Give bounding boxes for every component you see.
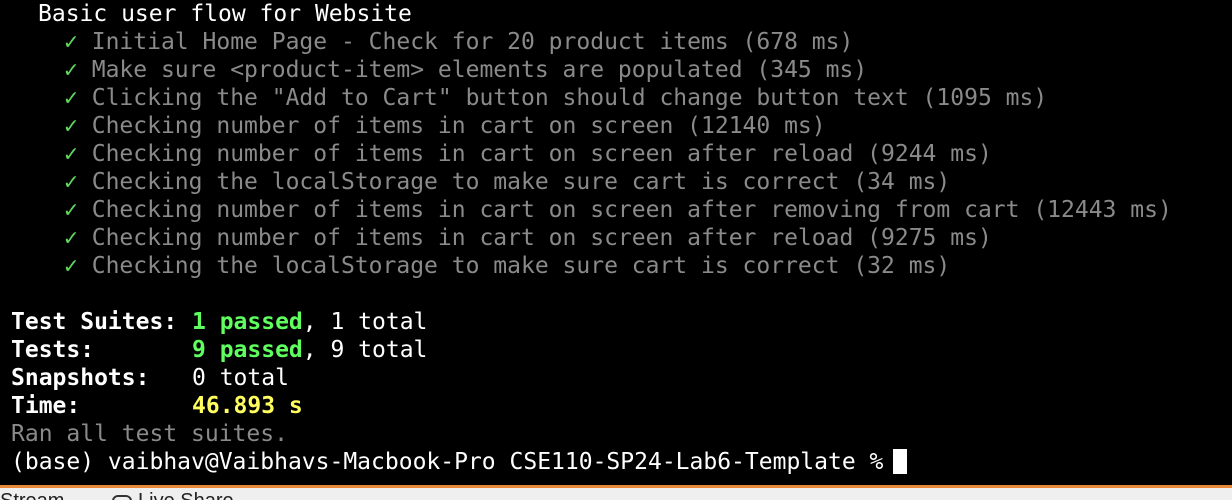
test-description: Checking number of items in cart on scre…	[91, 113, 826, 139]
check-icon: ✓	[64, 141, 78, 167]
text-cursor[interactable]	[893, 449, 908, 474]
summary-label: Snapshots:	[11, 365, 150, 391]
test-description: Clicking the "Add to Cart" button should…	[91, 85, 1048, 111]
check-icon: ✓	[64, 253, 78, 279]
snapshots-count: 0 total	[192, 365, 289, 391]
suite-title: Basic user flow for Website	[38, 1, 412, 27]
test-row: ✓ Make sure <product-item> elements are …	[64, 56, 867, 84]
test-description: Checking the localStorage to make sure c…	[91, 253, 951, 279]
check-icon: ✓	[64, 85, 78, 111]
test-row: ✓ Checking number of items in cart on sc…	[64, 112, 826, 140]
test-row: ✓ Checking number of items in cart on sc…	[64, 196, 1172, 224]
summary-label: Test Suites:	[11, 309, 178, 335]
test-row: ✓ Clicking the "Add to Cart" button shou…	[64, 84, 1047, 112]
test-row: ✓ Checking number of items in cart on sc…	[64, 140, 992, 168]
time-value: 46.893 s	[192, 393, 303, 419]
live-share-label: Live Share	[138, 490, 234, 500]
test-description: Make sure <product-item> elements are po…	[91, 57, 868, 83]
test-row: ✓ Checking the localStorage to make sure…	[64, 252, 950, 280]
test-row: ✓ Initial Home Page - Check for 20 produ…	[64, 28, 853, 56]
stream-button[interactable]: Stream	[0, 490, 64, 500]
passed-count: 9 passed	[192, 337, 303, 363]
terminal-panel[interactable]: Basic user flow for Website ✓ Initial Ho…	[0, 0, 1232, 488]
test-description: Checking the localStorage to make sure c…	[91, 169, 951, 195]
check-icon: ✓	[64, 113, 78, 139]
test-row: ✓ Checking the localStorage to make sure…	[64, 168, 950, 196]
test-description: Checking number of items in cart on scre…	[91, 141, 992, 167]
live-share-icon	[112, 495, 132, 500]
check-icon: ✓	[64, 169, 78, 195]
shell-prompt: (base) vaibhav@Vaibhavs-Macbook-Pro CSE1…	[11, 449, 884, 475]
summary-time: Time: 46.893 s	[11, 392, 303, 420]
summary-label: Time:	[11, 393, 81, 419]
passed-count: 1 passed	[192, 309, 303, 335]
check-icon: ✓	[64, 197, 78, 223]
check-icon: ✓	[64, 29, 78, 55]
live-share-button[interactable]: Live Share	[112, 490, 234, 500]
ran-all-message: Ran all test suites.	[11, 421, 288, 447]
check-icon: ✓	[64, 57, 78, 83]
test-description: Initial Home Page - Check for 20 product…	[91, 29, 854, 55]
summary-snapshots: Snapshots: 0 total	[11, 364, 289, 392]
test-description: Checking number of items in cart on scre…	[91, 225, 992, 251]
summary-test-suites: Test Suites: 1 passed, 1 total	[11, 308, 427, 336]
total-count: , 9 total	[302, 337, 428, 363]
shell-prompt-line[interactable]: (base) vaibhav@Vaibhavs-Macbook-Pro CSE1…	[11, 448, 908, 476]
test-description: Checking number of items in cart on scre…	[91, 197, 1172, 223]
test-row: ✓ Checking number of items in cart on sc…	[64, 224, 992, 252]
summary-label: Tests:	[11, 337, 95, 363]
check-icon: ✓	[64, 225, 78, 251]
total-count: , 1 total	[302, 309, 428, 335]
status-bar: Stream Live Share	[0, 488, 1232, 500]
summary-tests: Tests: 9 passed, 9 total	[11, 336, 427, 364]
